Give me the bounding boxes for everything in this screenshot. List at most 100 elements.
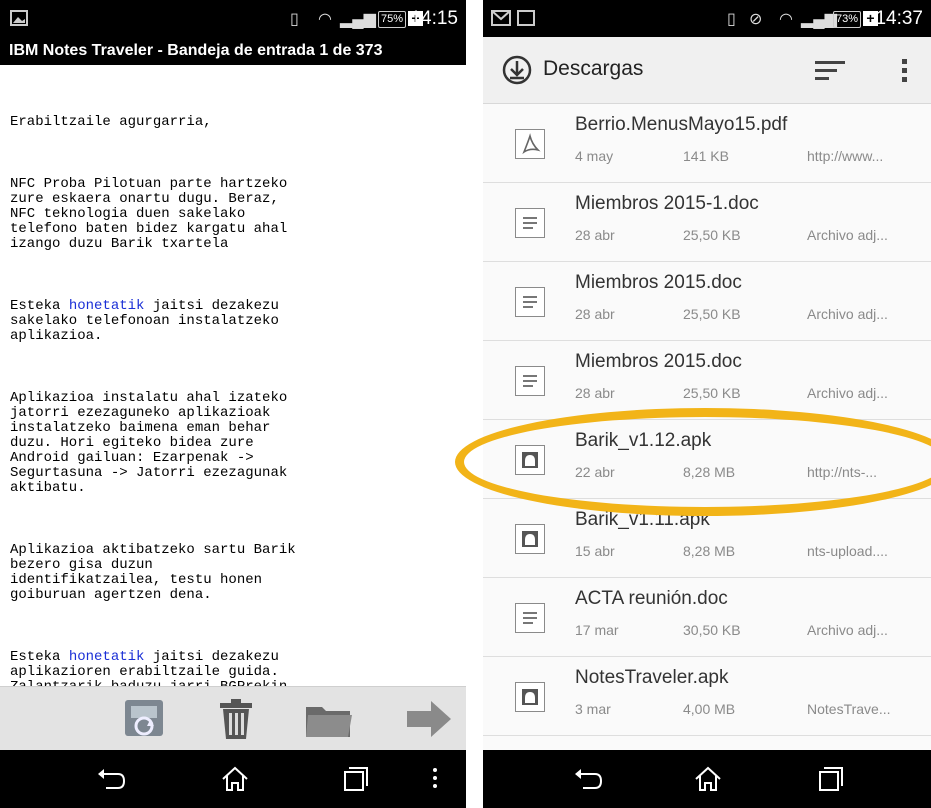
download-item[interactable]: Barik_v1.12.apk 22 abr 8,28 MB http://nts-.… [483,420,931,499]
file-name: Berrio.MenusMayo15.pdf [575,114,788,135]
downloads-screen: ▯ ⊘ ◠ ▂▄▆ 73% + 14:37 Descargas Berrio.M… [483,0,931,808]
download-item[interactable]: ACTA reunión.doc 17 mar 30,50 KB Archivo ad… [483,578,931,657]
overflow-menu-button[interactable] [897,55,913,85]
action-bar: Descargas [483,37,931,104]
menu-button[interactable] [430,766,440,792]
file-source: nts-upload.... [807,543,888,559]
action-toolbar [0,686,466,751]
paragraph: Aplikazioa instalatu ahal izateko jatorr… [10,390,288,496]
home-icon [695,766,721,791]
overflow-menu-icon [433,768,437,788]
file-date: 28 abr [575,227,615,243]
file-source: Archivo adj... [807,385,888,401]
download-item[interactable]: NotesTraveler.apk 3 mar 4,00 MB NotesTrave.… [483,657,931,736]
file-date: 15 abr [575,543,615,559]
download-app-link[interactable]: honetatik [69,298,145,314]
home-icon [222,766,248,791]
move-to-folder-button[interactable] [304,697,352,741]
file-date: 28 abr [575,306,615,322]
file-name: NotesTraveler.apk [575,667,729,688]
sync-button[interactable] [122,697,166,741]
wifi-icon: ◠ [779,11,793,28]
greeting: Erabiltzaile agurgarria, [10,114,212,130]
file-source: http://nts-... [807,464,878,480]
file-source: NotesTrave... [807,701,891,717]
battery-level: 73% [833,11,862,28]
home-button[interactable] [220,766,250,792]
signal-icon: ▂▄▆ [340,11,376,28]
file-date: 3 mar [575,701,611,717]
document-icon [515,287,545,317]
file-date: 4 may [575,148,614,164]
overflow-menu-icon [902,59,907,82]
file-date: 17 mar [575,622,619,638]
file-source: Archivo adj... [807,227,888,243]
screen-title: Descargas [543,57,644,80]
recent-apps-icon [819,767,843,791]
file-size: 25,50 KB [683,306,741,322]
mail-notification-icon [491,10,511,26]
trash-icon [220,699,252,739]
file-size: 8,28 MB [683,543,736,559]
recent-apps-button[interactable] [815,766,845,792]
android-icon [515,682,545,712]
file-size: 25,50 KB [683,227,741,243]
sort-icon [815,61,845,80]
file-source: Archivo adj... [807,622,888,638]
file-name: Miembros 2015-1.doc [575,193,759,214]
file-date: 28 abr [575,385,615,401]
back-button[interactable] [96,766,126,792]
image-notification-icon [10,10,28,26]
paragraph: Aplikazioa aktibatzeko sartu Barik bezer… [10,542,296,603]
mute-icon: ⊘ [749,11,763,28]
text: Esteka [10,649,69,665]
android-icon [515,445,545,475]
forward-arrow-icon [407,701,451,737]
battery-level: 75% [378,11,407,28]
paragraph: NFC Proba Pilotuan parte hartzeko zure e… [10,176,288,252]
download-item[interactable]: Miembros 2015-1.doc 28 abr 25,50 KB Archivo… [483,183,931,262]
back-icon [575,769,603,789]
download-item[interactable]: Berrio.MenusMayo15.pdf 4 may 141 KB http://… [483,104,931,183]
download-item[interactable]: Barik_v1.11.apk 15 abr 8,28 MB nts-upload..… [483,499,931,578]
forward-button[interactable] [405,697,451,741]
home-button[interactable] [693,766,723,792]
status-bar: ▯ ◠ ▂▄▆ 75% + 14:15 [0,0,466,37]
file-size: 30,50 KB [683,622,741,638]
back-button[interactable] [573,766,603,792]
file-date: 22 abr [575,464,615,480]
recent-apps-button[interactable] [340,766,370,792]
download-item[interactable]: Miembros 2015.doc 28 abr 25,50 KB Archivo a… [483,341,931,420]
status-bar: ▯ ⊘ ◠ ▂▄▆ 73% + 14:37 [483,0,931,37]
clock: 14:37 [875,8,923,29]
file-name: Miembros 2015.doc [575,272,742,293]
file-size: 4,00 MB [683,701,736,717]
back-icon [98,769,126,789]
email-body: Erabiltzaile agurgarria, NFC Proba Pilot… [10,85,458,689]
file-name: Barik_v1.12.apk [575,430,712,451]
wifi-icon: ◠ [318,11,332,28]
sync-icon [125,700,163,736]
nfc-icon: ▯ [727,11,736,28]
paragraph: Esteka honetatik jaitsi dezakezu aplikaz… [10,649,458,689]
download-guide-link[interactable]: honetatik [69,649,145,665]
nfc-icon: ▯ [290,11,299,28]
android-icon [515,524,545,554]
navigation-bar [483,750,931,808]
pdf-icon [515,129,545,159]
file-source: http://www... [807,148,884,164]
delete-button[interactable] [214,697,258,741]
navigation-bar [0,750,466,808]
download-item[interactable]: Miembros 2015.doc 28 abr 25,50 KB Archivo a… [483,262,931,341]
download-icon [502,55,532,85]
file-size: 25,50 KB [683,385,741,401]
file-size: 8,28 MB [683,464,736,480]
file-name: Miembros 2015.doc [575,351,742,372]
sort-button[interactable] [815,57,847,83]
image-notification-icon [517,10,535,26]
document-icon [515,603,545,633]
clock: 14:15 [410,8,458,29]
file-name: ACTA reunión.doc [575,588,728,609]
file-name: Barik_v1.11.apk [575,509,710,530]
document-icon [515,208,545,238]
